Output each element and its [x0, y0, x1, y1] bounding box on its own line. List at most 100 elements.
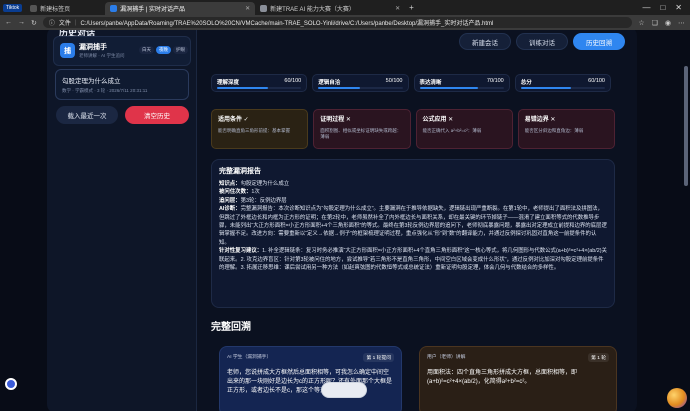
- score-row: 理解深度 60/100 逻辑自洽 50/100 表达清晰 70/100 总分 6…: [211, 74, 611, 92]
- star-icon[interactable]: ☆: [638, 19, 644, 27]
- chat-text: 老师，您说拼成大方框然后总面积相等，可我怎么确定中间空出来的那一块刚好是边长为c…: [227, 370, 393, 394]
- history-item[interactable]: 勾股定理为什么成立 数学 · 学霸模式 · 3 轮 · 2026/7/11 20…: [55, 69, 189, 100]
- dimension-desc: 能否区分斜边和直角边：薄弱: [524, 128, 584, 133]
- training-dialog-button[interactable]: 训练对话: [516, 33, 568, 50]
- browser-tab-strip: Tiktok 新建标签页 漏洞捕手 | 实时对话产品 ✕ 新建TRAE AI 能…: [0, 0, 690, 15]
- report-exposed-value: 1次: [251, 189, 260, 196]
- tab-favicon-icon: [110, 5, 118, 12]
- mode-night[interactable]: 夜晚: [156, 46, 171, 54]
- score-value: 50/100: [385, 78, 403, 84]
- score-value: 60/100: [588, 78, 605, 84]
- dimension-row: 适用条件 ✓ 能否明确直角三角形前提：基本掌握 证明过程 ✕ 面积割图、相似或坐…: [211, 109, 615, 149]
- score-understanding: 理解深度 60/100: [211, 74, 308, 92]
- report-knowledge: 知识点：勾股定理为什么成立: [219, 180, 607, 188]
- score-label: 表达清晰: [419, 80, 442, 86]
- score-bar: [520, 87, 572, 89]
- assistant-fab-icon[interactable]: [5, 378, 17, 390]
- extensions-icon[interactable]: ❏: [652, 19, 658, 27]
- report-exposed: 被问住次数：1次: [219, 188, 607, 196]
- report-knowledge-value: 勾股定理为什么成立: [240, 181, 290, 187]
- brand-subtitle: 老师讲解 · AI 学生追问: [79, 53, 125, 58]
- chat-bubble-teacher: 用户（老师）讲解 第 1 轮 用面积法：四个直角三角形拼成大方框，总面积相等，即…: [419, 346, 617, 411]
- chat-role: 用户（老师）讲解: [427, 355, 466, 360]
- mode-eye-care[interactable]: 护眼: [173, 46, 188, 54]
- close-tab-icon[interactable]: ✕: [395, 5, 400, 12]
- report-tracked: 追问层：第3轮：反例边界层: [219, 197, 607, 205]
- score-bar: [318, 87, 361, 89]
- dimension-title: 适用条件 ✓: [218, 117, 249, 123]
- brand-logo: 捕: [60, 43, 75, 58]
- theme-switch: 白天 夜晚 护眼: [139, 46, 188, 54]
- sidebar: 历史对话 捕 漏洞捕手 老师讲解 · AI 学生追问 白天 夜晚 护眼 勾股定理…: [47, 30, 197, 411]
- score-bar: [217, 87, 268, 89]
- mode-day[interactable]: 白天: [139, 46, 154, 54]
- score-logic: 逻辑自洽 50/100: [312, 74, 409, 92]
- floating-pill[interactable]: [321, 382, 367, 398]
- dimension-card-formula: 公式应用 ✕ 能否正确代入 a²+b²=c²：薄弱: [415, 109, 513, 149]
- new-session-button[interactable]: 新建会话: [459, 33, 511, 50]
- load-latest-button[interactable]: 载入最近一次: [56, 106, 118, 124]
- minimize-icon[interactable]: —: [642, 3, 650, 12]
- report-exposed-label: 被问住次数：: [219, 189, 252, 196]
- history-item-meta: 数学 · 学霸模式 · 3 轮 · 2026/7/11 20:31:11: [62, 88, 148, 93]
- history-replay-button[interactable]: 历史回溯: [573, 33, 625, 50]
- chat-round: 第 1 轮: [588, 353, 609, 362]
- clear-history-button[interactable]: 清空历史: [125, 106, 189, 124]
- address-bar-row: ← → ↻ ⓘ 文件 | C:/Users/panbe/AppData/Roam…: [0, 15, 690, 30]
- app-window: 历史对话 捕 漏洞捕手 老师讲解 · AI 学生追问 白天 夜晚 护眼 勾股定理…: [47, 30, 637, 411]
- file-info-icon: ⓘ: [48, 21, 55, 27]
- back-icon[interactable]: ←: [5, 19, 12, 26]
- page-scrollbar[interactable]: [684, 66, 688, 186]
- window-controls: — □ ✕: [642, 3, 690, 12]
- reload-icon[interactable]: ↻: [31, 19, 37, 27]
- score-value: 70/100: [486, 78, 504, 84]
- tab-favicon-icon: [30, 5, 38, 12]
- window-close-icon[interactable]: ✕: [675, 3, 682, 12]
- tab-label: 新建标签页: [40, 7, 71, 13]
- url-text: C:/Users/panbe/AppData/Roaming/TRAE%20SO…: [80, 21, 494, 27]
- chat-role: AI 学生（漏洞捕手）: [227, 355, 272, 360]
- report-diagnosis-label: AI诊断：: [219, 206, 241, 213]
- score-value: 60/100: [284, 78, 302, 84]
- score-label: 逻辑自洽: [318, 80, 341, 86]
- chat-bubble-ai: AI 学生（漏洞捕手） 第 1 轮提问 老师，您说拼成大方框然后总面积相等，可我…: [219, 346, 402, 411]
- report-tracked-label: 追问层：: [219, 197, 241, 204]
- report-diagnosis: AI诊断：完整漏洞报告：本次诊断知识点为“勾股定理为什么成立”。主要漏洞在于推导…: [219, 205, 607, 247]
- main-panel: 新建会话 训练对话 历史回溯 理解深度 60/100 逻辑自洽 50/100 表…: [197, 30, 637, 411]
- top-nav: 新建会话 训练对话 历史回溯: [459, 33, 625, 50]
- tab-trae-contest[interactable]: 新建TRAE AI 能力大赛（大赛） ✕: [255, 2, 405, 15]
- dimension-card-proof: 证明过程 ✕ 面积割图、相似或坐标证明缺失或跨越：薄弱: [313, 109, 411, 149]
- chat-header: 用户（老师）讲解 第 1 轮: [427, 353, 609, 362]
- score-total: 总分 60/100: [514, 74, 611, 92]
- close-tab-icon[interactable]: ✕: [245, 5, 250, 12]
- dimension-desc: 能否明确直角三角形前提：基本掌握: [218, 128, 290, 133]
- tab-active-loophole[interactable]: 漏洞捕手 | 实时对话产品 ✕: [105, 2, 256, 15]
- report-advice-label: 针对性复习建议：: [219, 248, 263, 255]
- report-diagnosis-text: 完整漏洞报告：本次诊断知识点为“勾股定理为什么成立”。主要漏洞在于推导依据缺失，…: [219, 206, 607, 246]
- report-knowledge-label: 知识点：: [219, 181, 241, 187]
- dimension-desc: 面积割图、相似或坐标证明缺失或跨越：薄弱: [320, 128, 402, 139]
- security-label: 文件: [58, 21, 71, 27]
- report-heading: 完整漏洞报告: [219, 168, 261, 175]
- menu-icon[interactable]: ⋯: [678, 19, 685, 27]
- loophole-report: 完整漏洞报告 知识点：勾股定理为什么成立 被问住次数：1次 追问层：第3轮：反例…: [211, 159, 615, 308]
- dimension-title: 易错边界 ✕: [524, 117, 556, 123]
- new-tab-plus-icon[interactable]: +: [409, 3, 414, 12]
- tiktok-badge[interactable]: Tiktok: [3, 3, 23, 12]
- maximize-icon[interactable]: □: [660, 3, 665, 12]
- brand-card: 捕 漏洞捕手 老师讲解 · AI 学生追问 白天 夜晚 护眼: [53, 36, 191, 66]
- dimension-card-conditions: 适用条件 ✓ 能否明确直角三角形前提：基本掌握: [211, 109, 309, 149]
- divider: |: [74, 19, 77, 26]
- dimension-desc: 能否正确代入 a²+b²=c²：薄弱: [422, 128, 482, 133]
- ai-orb-icon[interactable]: [667, 388, 687, 408]
- score-bar: [419, 87, 479, 89]
- brand-name: 漏洞捕手: [79, 44, 107, 51]
- dimension-title: 证明过程 ✕: [320, 117, 351, 123]
- profile-icon[interactable]: ◉: [665, 19, 671, 27]
- report-advice-text: 1. 补全逻辑链条：复习时务必推演“大正方形面积=小正方形面积+4个直角三角形面…: [219, 248, 607, 272]
- dimension-title: 公式应用 ✕: [422, 117, 454, 123]
- forward-icon[interactable]: →: [18, 19, 25, 26]
- url-field[interactable]: ⓘ 文件 | C:/Users/panbe/AppData/Roaming/TR…: [42, 17, 633, 28]
- report-advice: 针对性复习建议：1. 补全逻辑链条：复习时务必推演“大正方形面积=小正方形面积+…: [219, 247, 607, 272]
- tab-new-tab[interactable]: 新建标签页: [25, 2, 105, 15]
